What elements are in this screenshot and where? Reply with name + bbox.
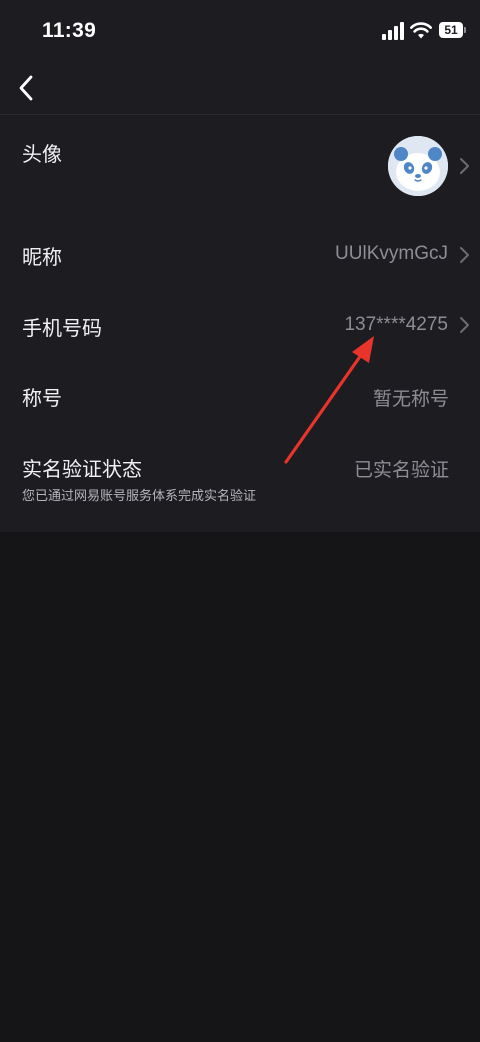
phone-row[interactable]: 手机号码 137****4275 [0, 298, 480, 352]
title-row: 称号 暂无称号 [0, 368, 480, 422]
verify-value: 已实名验证 [353, 459, 449, 481]
verify-note: 您已通过网易账号服务体系完成实名验证 [22, 489, 257, 504]
chevron-right-icon [460, 158, 469, 174]
phone-value: 137****4275 [344, 314, 448, 335]
nickname-value: UUlKvymGcJ [335, 243, 448, 264]
battery-level: 51 [444, 23, 458, 37]
back-button[interactable] [6, 68, 46, 108]
cellular-signal-icon [382, 22, 404, 40]
chevron-right-icon [460, 247, 469, 263]
nav-divider [0, 114, 480, 115]
panda-avatar-icon[interactable] [388, 136, 448, 196]
chevron-right-icon [460, 317, 469, 333]
status-time: 11:39 [42, 19, 97, 42]
nav-bar [0, 62, 480, 114]
profile-panel: 11:39 51 头像 昵称 UUlKvymGcJ 手机号码 137****42… [0, 0, 480, 532]
status-bar: 11:39 51 [0, 0, 480, 62]
wifi-icon [410, 22, 432, 39]
nickname-label: 昵称 [22, 245, 62, 269]
profile-settings-screen: 11:39 51 头像 昵称 UUlKvymGcJ 手机号码 137****42… [0, 0, 480, 1042]
avatar-row[interactable]: 头像 [0, 116, 480, 216]
avatar-label: 头像 [22, 142, 62, 166]
phone-label: 手机号码 [22, 316, 102, 340]
battery-indicator: 51 [439, 22, 467, 38]
title-label: 称号 [22, 386, 62, 410]
title-value: 暂无称号 [372, 388, 449, 410]
chevron-left-icon [19, 75, 33, 101]
nickname-row[interactable]: 昵称 UUlKvymGcJ [0, 228, 480, 282]
verify-row: 实名验证状态 已实名验证 您已通过网易账号服务体系完成实名验证 [0, 440, 480, 520]
battery-cap [464, 27, 466, 33]
verify-label: 实名验证状态 [22, 457, 142, 481]
